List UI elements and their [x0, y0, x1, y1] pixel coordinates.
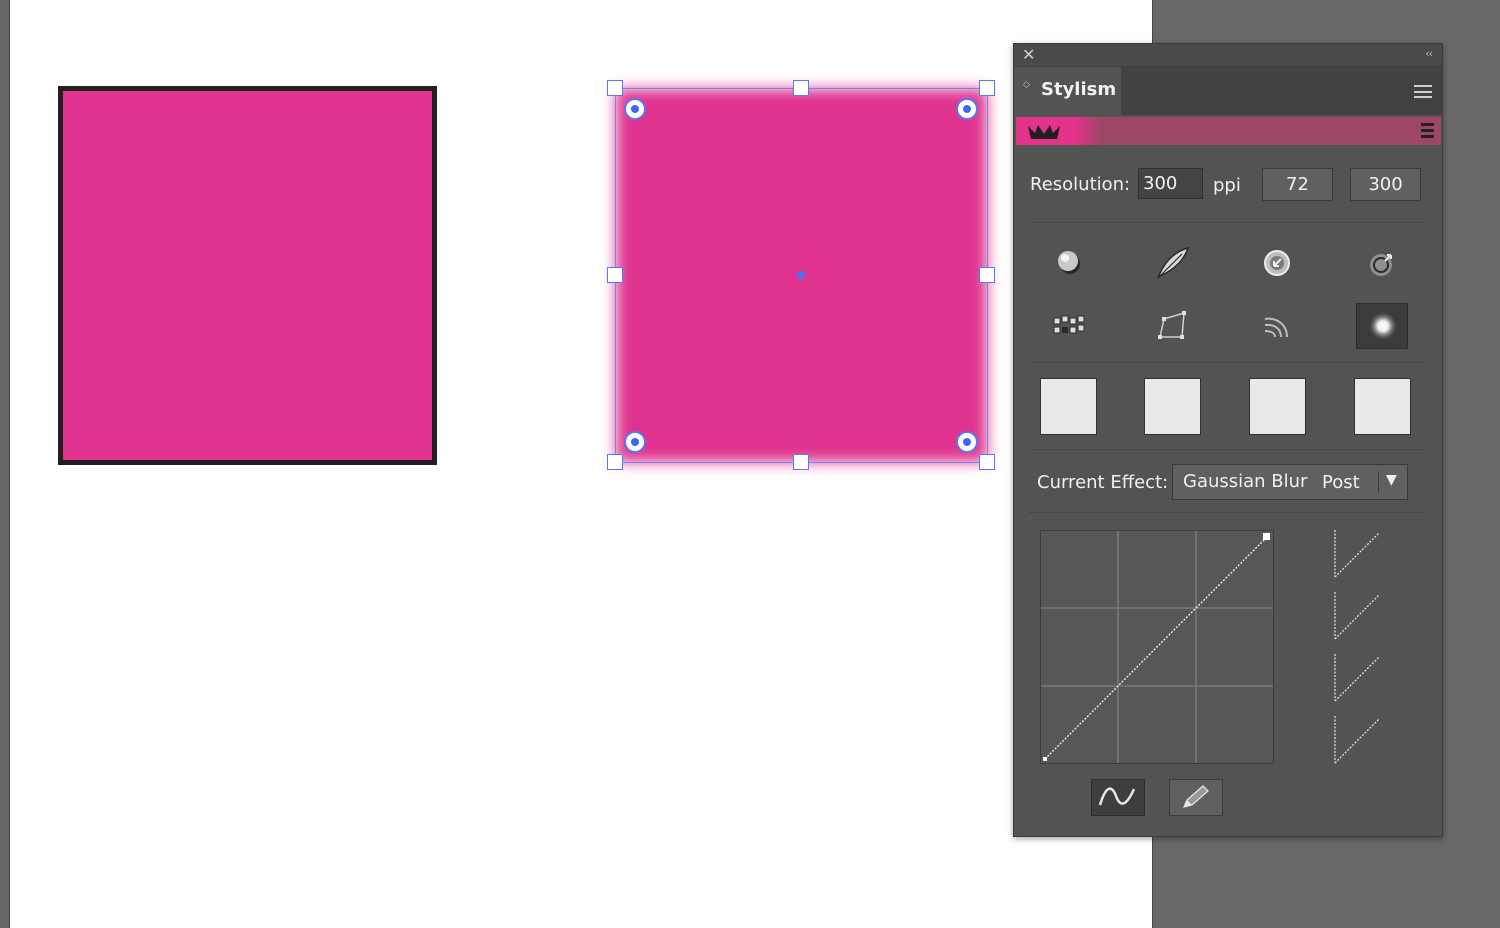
curve-icon: [1098, 787, 1136, 806]
curve-preset-2[interactable]: [1334, 592, 1380, 640]
ripple-icon[interactable]: [1251, 303, 1303, 349]
corner-radius-widget-top-left[interactable]: [624, 98, 646, 120]
pixelate-icon[interactable]: [1043, 303, 1095, 349]
curve-control-point[interactable]: [1043, 757, 1047, 761]
style-swatch-4[interactable]: [1354, 378, 1411, 435]
panel-tabbar: ◇ Stylism: [1014, 67, 1442, 115]
feather-icon[interactable]: [1146, 240, 1198, 286]
outer-glow-icon[interactable]: [1356, 240, 1408, 286]
resolution-input[interactable]: 300: [1138, 168, 1203, 199]
curve-mode-button[interactable]: [1091, 779, 1145, 816]
select-separator: [1378, 471, 1379, 493]
pencil-mode-button[interactable]: [1169, 779, 1223, 816]
curve-control-point[interactable]: [1263, 533, 1270, 540]
divider: [1029, 449, 1423, 450]
blur-icon[interactable]: [1356, 303, 1408, 349]
panel-menu-icon[interactable]: [1414, 85, 1432, 98]
corner-radius-widget-bottom-left[interactable]: [624, 431, 646, 453]
resize-handle-left[interactable]: [607, 267, 623, 283]
center-point: [797, 271, 805, 279]
resize-handle-right[interactable]: [979, 267, 995, 283]
resize-handle-bottom-right[interactable]: [979, 454, 995, 470]
resize-handle-top[interactable]: [793, 80, 809, 96]
canvas-edge: [0, 0, 10, 928]
corner-radius-widget-bottom-right[interactable]: [956, 431, 978, 453]
corner-radius-widget-top-right[interactable]: [956, 98, 978, 120]
curve-preset-4[interactable]: [1334, 716, 1380, 764]
inner-glow-icon[interactable]: [1251, 240, 1303, 286]
stylism-panel: ✕ ‹‹ ◇ Stylism Resolution: 300 ppi 72 30…: [1013, 43, 1443, 837]
dropdown-arrow-icon[interactable]: ▼: [1386, 472, 1397, 488]
collapse-icon[interactable]: ‹‹: [1425, 47, 1433, 60]
resize-handle-bottom[interactable]: [793, 454, 809, 470]
divider: [1029, 222, 1423, 223]
style-swatch-1[interactable]: [1040, 378, 1097, 435]
style-swatch-2[interactable]: [1144, 378, 1201, 435]
panel-titlebar[interactable]: ✕ ‹‹: [1014, 44, 1442, 67]
tab-label: Stylism: [1041, 79, 1117, 100]
resize-handle-top-left[interactable]: [607, 80, 623, 96]
curve-graph[interactable]: [1040, 530, 1274, 764]
effect-mode: Post: [1322, 472, 1360, 493]
resolution-unit: ppi: [1213, 175, 1241, 196]
curve-preset-1[interactable]: [1334, 530, 1380, 578]
sphere-icon[interactable]: [1043, 240, 1095, 286]
distort-icon[interactable]: [1146, 303, 1198, 349]
tab-stylism[interactable]: ◇ Stylism: [1014, 67, 1121, 115]
style-swatch-3[interactable]: [1249, 378, 1306, 435]
current-effect-select[interactable]: Gaussian Blur Post ▼: [1172, 464, 1408, 500]
brand-menu-icon[interactable]: [1421, 123, 1434, 140]
current-effect-label: Current Effect:: [1037, 472, 1169, 493]
tab-sort-arrows-icon: ◇: [1023, 80, 1030, 90]
resolution-preset-300-button[interactable]: 300: [1350, 168, 1421, 201]
resolution-preset-72-button[interactable]: 72: [1262, 168, 1333, 201]
pencil-icon: [1182, 785, 1209, 808]
crown-icon: [1028, 125, 1060, 139]
brand-bar-fade: [1076, 117, 1100, 145]
effect-name: Gaussian Blur: [1183, 471, 1308, 492]
resolution-label: Resolution:: [1030, 174, 1131, 195]
pink-square-stroked[interactable]: [58, 86, 437, 465]
close-icon[interactable]: ✕: [1022, 47, 1038, 63]
resize-handle-top-right[interactable]: [979, 80, 995, 96]
curve-preset-3[interactable]: [1334, 654, 1380, 702]
brand-bar: [1016, 117, 1441, 145]
divider: [1029, 362, 1423, 363]
resize-handle-bottom-left[interactable]: [607, 454, 623, 470]
divider: [1029, 512, 1423, 513]
